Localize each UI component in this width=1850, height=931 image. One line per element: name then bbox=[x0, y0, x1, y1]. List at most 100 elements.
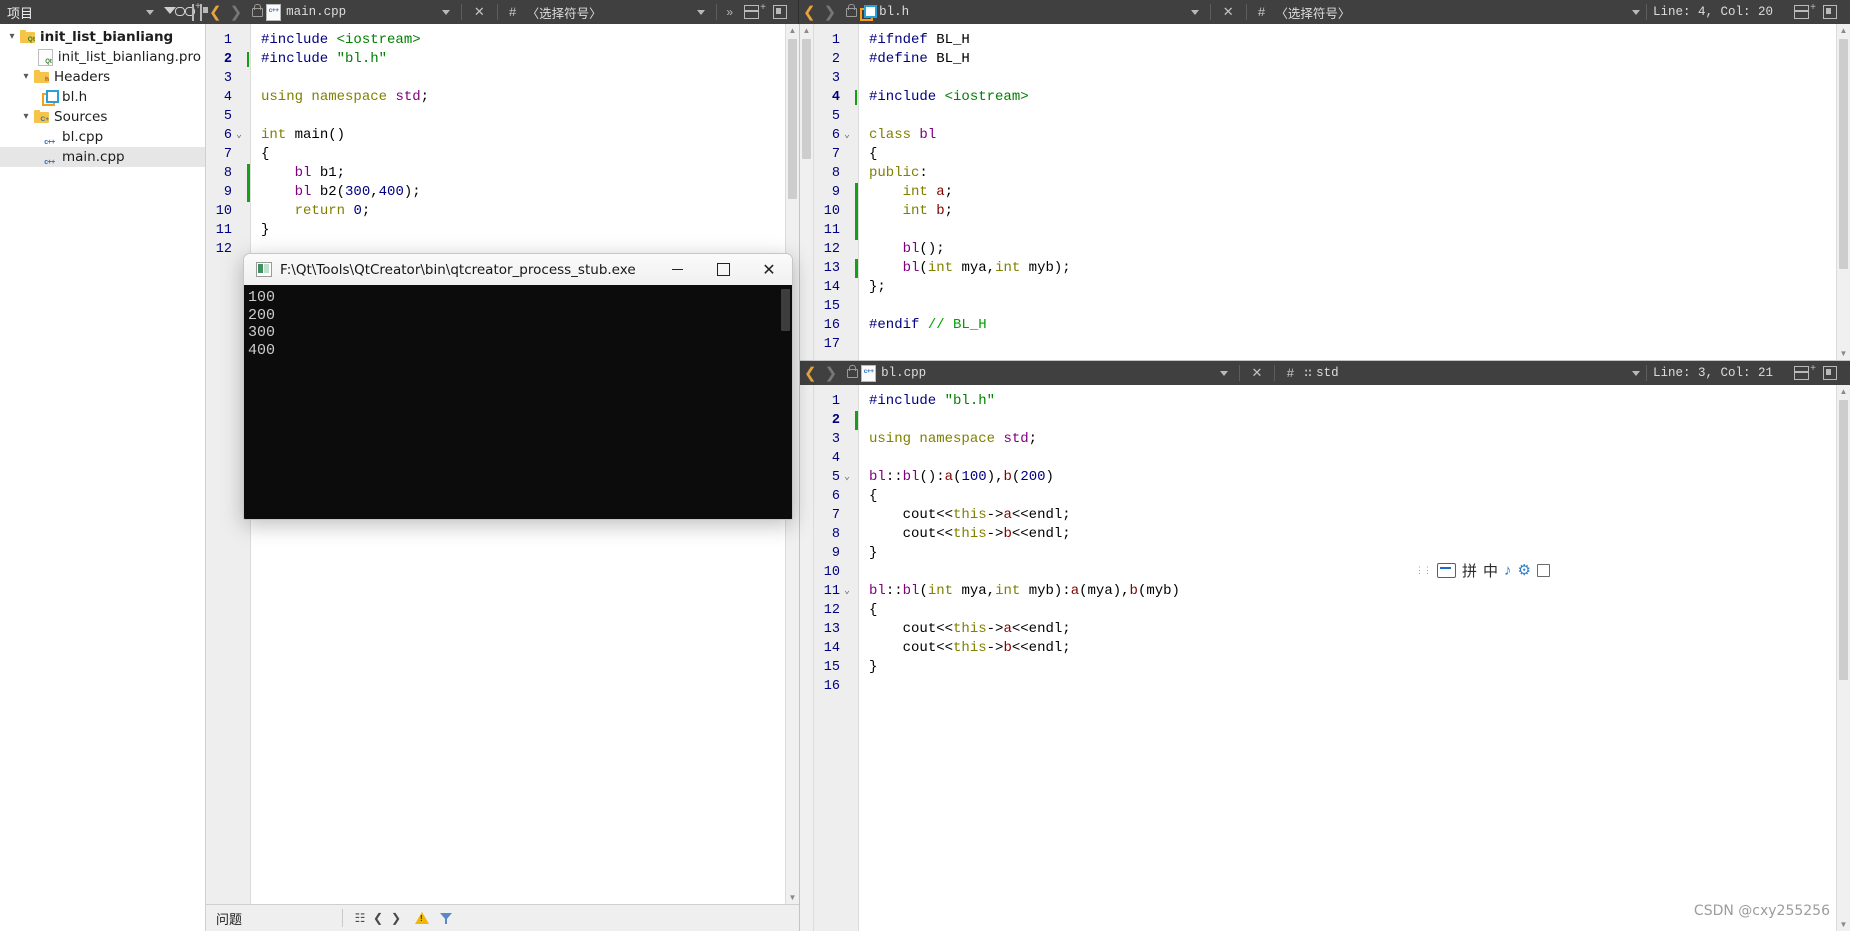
split-add-icon[interactable] bbox=[737, 0, 766, 24]
chevron-down-icon[interactable]: ▾ bbox=[18, 67, 34, 87]
chevron-down-icon[interactable] bbox=[1631, 370, 1640, 376]
code-area-header[interactable]: #ifndef BL_H #define BL_H #include <iostr… bbox=[859, 24, 1836, 360]
hash-icon[interactable]: # bbox=[503, 5, 523, 20]
unsplit-icon[interactable] bbox=[1816, 0, 1844, 24]
expand-icon[interactable] bbox=[1536, 563, 1550, 577]
editor-pane-header[interactable]: ▲ 1 2 3 4 5 6 ⌄ 7 8 9 10 11 12 13 14 15 16 17 #ifndef BL_… bbox=[800, 24, 1850, 361]
split-add-icon[interactable] bbox=[1787, 361, 1816, 385]
forward-chevron-icon[interactable]: ❯ bbox=[820, 5, 841, 20]
scroll-up-icon[interactable]: ▲ bbox=[1837, 385, 1850, 398]
line-number: 4 bbox=[223, 90, 232, 105]
search-results-icon[interactable]: ☷ bbox=[351, 909, 369, 927]
forward-chevron-icon[interactable]: ❯ bbox=[226, 5, 247, 20]
editor-filename-source[interactable]: bl.cpp bbox=[881, 366, 926, 380]
scroll-up-icon[interactable]: ▲ bbox=[1837, 24, 1850, 37]
chevron-down-icon[interactable] bbox=[1190, 9, 1199, 15]
symbol-selector-main[interactable]: 〈选择符号〉 bbox=[523, 3, 602, 22]
console-scrollbar[interactable] bbox=[779, 285, 792, 519]
scrollbar-thumb[interactable] bbox=[781, 289, 790, 331]
chevron-down-icon[interactable] bbox=[441, 9, 450, 15]
chevron-down-icon[interactable] bbox=[1219, 370, 1228, 376]
close-icon[interactable]: ✕ bbox=[467, 4, 492, 20]
line-number: 9 bbox=[206, 183, 250, 202]
minimize-icon[interactable] bbox=[654, 254, 700, 285]
tree-item-pro-file[interactable]: ▾ Qt init_list_bianliang.pro bbox=[0, 47, 205, 67]
scrollbar-thumb[interactable] bbox=[1839, 39, 1848, 269]
ime-mode-label[interactable]: 中 bbox=[1483, 560, 1498, 581]
line-number-gutter-header: 1 2 3 4 5 6 ⌄ 7 8 9 10 11 12 13 14 15 16 17 bbox=[814, 24, 859, 360]
ime-pinyin-label[interactable]: 拼 bbox=[1462, 560, 1477, 581]
editor-pane-source[interactable]: 1 2 3 4 5 ⌄ 6 7 8 9 10 11 ⌄ 12 13 14 15 16 #include "bl.h… bbox=[800, 385, 1850, 931]
tree-item-main-cpp[interactable]: main.cpp bbox=[0, 147, 205, 173]
maximize-icon[interactable] bbox=[700, 254, 746, 285]
hash-icon[interactable]: # bbox=[1280, 366, 1300, 381]
previous-item-icon[interactable]: ❮ bbox=[369, 909, 387, 927]
back-chevron-icon[interactable]: ❮ bbox=[799, 5, 820, 20]
vertical-scrollbar-header[interactable]: ▲ ▼ bbox=[1836, 24, 1850, 360]
editor-filename-header[interactable]: bl.h bbox=[879, 5, 909, 19]
music-note-icon[interactable]: ♪ bbox=[1504, 562, 1512, 579]
ime-floating-toolbar[interactable]: ⋮⋮ 拼 中 ♪ ⚙ bbox=[1415, 558, 1550, 582]
forward-chevron-icon[interactable]: ❯ bbox=[821, 366, 842, 381]
scrollbar-thumb[interactable] bbox=[788, 39, 797, 199]
filter-icon[interactable] bbox=[437, 909, 455, 927]
chevron-down-icon[interactable] bbox=[697, 9, 706, 15]
back-chevron-icon[interactable]: ❮ bbox=[800, 366, 821, 381]
code-area-source[interactable]: #include "bl.h" using namespace std; bl:… bbox=[859, 385, 1836, 931]
unlocked-icon[interactable] bbox=[847, 364, 859, 378]
scroll-up-icon[interactable]: ▲ bbox=[800, 24, 813, 37]
vertical-scrollbar-header-left[interactable]: ▲ bbox=[800, 24, 814, 360]
symbol-selector-source[interactable]: std bbox=[1316, 366, 1339, 380]
tree-item-bl-h[interactable]: bl.h bbox=[0, 87, 205, 107]
code-line: } bbox=[261, 222, 270, 238]
hash-icon[interactable]: # bbox=[1252, 5, 1272, 20]
close-icon[interactable]: ✕ bbox=[746, 254, 792, 285]
soft-keyboard-icon[interactable] bbox=[1437, 562, 1456, 578]
link-icon[interactable] bbox=[181, 5, 189, 20]
more-chevron-icon[interactable]: » bbox=[722, 5, 737, 19]
console-window[interactable]: F:\Qt\Tools\QtCreator\bin\qtcreator_proc… bbox=[243, 253, 793, 520]
tree-item-project[interactable]: ▾ Qt init_list_bianliang bbox=[0, 27, 205, 47]
chevron-down-icon[interactable]: ▾ bbox=[4, 27, 20, 47]
scroll-up-icon[interactable]: ▲ bbox=[786, 24, 799, 37]
watermark: CSDN @cxy255256 bbox=[1693, 903, 1830, 919]
code-line: bl::bl(int mya,int myb):a(mya),b(myb) bbox=[869, 583, 1180, 599]
unsplit-icon[interactable] bbox=[766, 0, 794, 24]
change-marker bbox=[247, 183, 250, 202]
gear-icon[interactable]: ⚙ bbox=[1518, 561, 1531, 579]
code-line: int b; bbox=[902, 203, 954, 219]
qt-header-file-icon bbox=[860, 5, 878, 21]
tree-item-headers[interactable]: ▾ h Headers bbox=[0, 67, 205, 87]
symbol-selector-header[interactable]: 〈选择符号〉 bbox=[1271, 3, 1350, 22]
cpp-file-icon bbox=[42, 151, 57, 173]
line-number: 5 ⌄ bbox=[814, 468, 858, 487]
issues-label[interactable]: 问题 bbox=[206, 909, 242, 928]
chevron-down-icon[interactable] bbox=[146, 9, 154, 15]
scrollbar-source-left[interactable] bbox=[800, 385, 814, 931]
chevron-down-icon[interactable] bbox=[1631, 9, 1640, 15]
console-body[interactable]: 100 200 300 400 bbox=[244, 285, 792, 519]
next-item-icon[interactable]: ❯ bbox=[387, 909, 405, 927]
chevron-down-icon[interactable]: ▾ bbox=[18, 107, 34, 127]
unsplit-icon[interactable] bbox=[1816, 361, 1844, 385]
warning-icon[interactable] bbox=[413, 909, 431, 927]
unlocked-icon[interactable] bbox=[252, 3, 264, 17]
close-icon[interactable]: ✕ bbox=[1245, 365, 1270, 381]
console-title-bar[interactable]: F:\Qt\Tools\QtCreator\bin\qtcreator_proc… bbox=[244, 254, 792, 286]
tree-item-sources[interactable]: ▾ C+ Sources bbox=[0, 107, 205, 127]
tree-item-bl-cpp[interactable]: bl.cpp bbox=[0, 127, 205, 153]
scroll-down-icon[interactable]: ▼ bbox=[1837, 918, 1850, 931]
close-icon[interactable]: ✕ bbox=[1216, 4, 1241, 20]
unlocked-icon[interactable] bbox=[846, 3, 858, 17]
split-add-icon[interactable] bbox=[1787, 0, 1816, 24]
line-number: 1 bbox=[831, 394, 840, 409]
editor-filename-main[interactable]: main.cpp bbox=[286, 5, 346, 19]
vertical-scrollbar-source[interactable]: ▲ ▼ bbox=[1836, 385, 1850, 931]
scroll-down-icon[interactable]: ▼ bbox=[786, 891, 799, 904]
scrollbar-thumb[interactable] bbox=[1839, 400, 1848, 680]
scroll-down-icon[interactable]: ▼ bbox=[1837, 347, 1850, 360]
scrollbar-thumb[interactable] bbox=[802, 39, 811, 159]
drag-grip-icon[interactable]: ⋮⋮ bbox=[1415, 565, 1432, 575]
back-chevron-icon[interactable]: ❮ bbox=[205, 5, 226, 20]
